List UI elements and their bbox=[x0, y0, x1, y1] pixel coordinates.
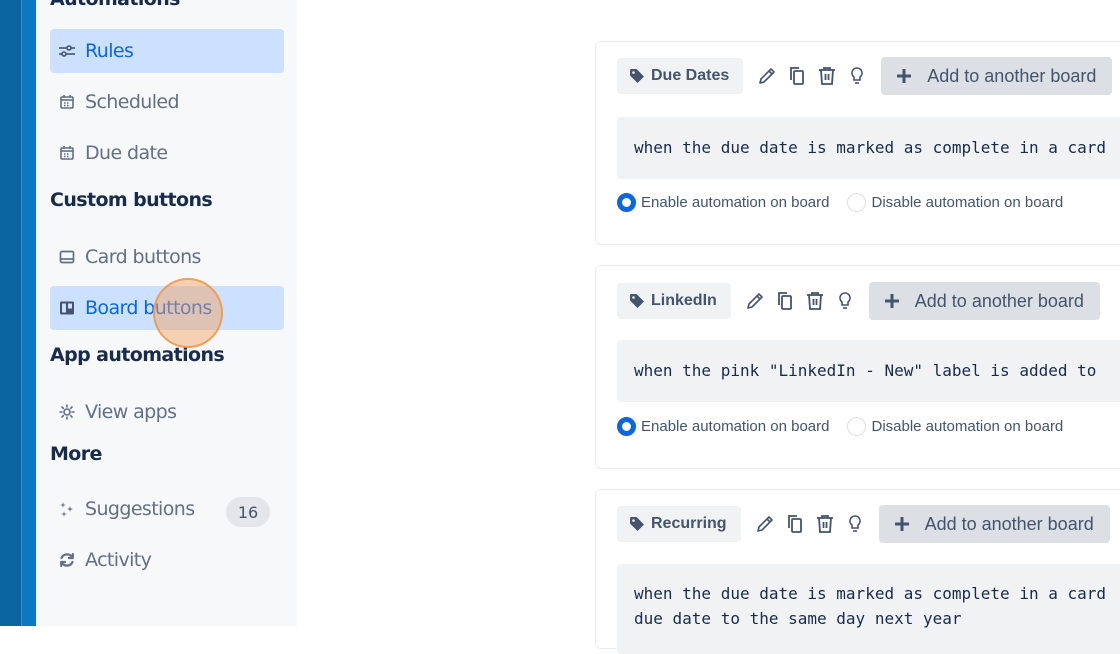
sidebar-item-due-date[interactable]: Due date bbox=[50, 131, 284, 175]
add-to-another-board-button[interactable]: Add to another board bbox=[881, 57, 1113, 95]
calendar-icon bbox=[58, 144, 76, 162]
rule-description: when the pink "LinkedIn - New" label is … bbox=[617, 340, 1120, 402]
add-to-another-board-button[interactable]: Add to another board bbox=[878, 505, 1110, 543]
rule-card-header: LinkedIn Add to another board bbox=[617, 282, 1100, 320]
rule-tag-label: Recurring bbox=[651, 515, 727, 532]
section-title-custom-buttons: Custom buttons bbox=[50, 189, 213, 211]
sidebar-item-card-buttons[interactable]: Card buttons bbox=[50, 235, 284, 279]
tag-icon bbox=[629, 68, 645, 84]
automation-sidebar: Automations Rules Scheduled Due date Cus… bbox=[36, 0, 297, 626]
edit-icon[interactable] bbox=[753, 512, 777, 536]
add-to-another-board-label: Add to another board bbox=[924, 513, 1094, 534]
sidebar-item-board-buttons[interactable]: Board buttons bbox=[50, 286, 284, 330]
sidebar-item-suggestions[interactable]: Suggestions 16 bbox=[50, 487, 284, 531]
sidebar-item-label: View apps bbox=[85, 401, 177, 423]
lightbulb-icon[interactable] bbox=[845, 64, 869, 88]
rule-text: when the due date is marked as complete … bbox=[634, 584, 1107, 603]
board-icon bbox=[58, 299, 76, 317]
radio-unselected-indicator bbox=[847, 193, 867, 212]
trash-icon[interactable] bbox=[803, 289, 827, 313]
add-to-another-board-label: Add to another board bbox=[914, 290, 1084, 311]
rule-card-header: Recurring Add to another board bbox=[617, 505, 1110, 543]
sidebar-item-label: Due date bbox=[85, 142, 168, 164]
plus-icon bbox=[883, 292, 901, 310]
rule-tag-label: Due Dates bbox=[651, 67, 730, 84]
sidebar-item-label: Scheduled bbox=[85, 91, 180, 113]
enable-automation-radio[interactable]: Enable automation on board bbox=[617, 417, 829, 436]
automation-toggle: Enable automation on board Disable autom… bbox=[617, 193, 1081, 212]
copy-icon[interactable] bbox=[773, 289, 797, 313]
lightbulb-icon[interactable] bbox=[843, 512, 867, 536]
trash-icon[interactable] bbox=[813, 512, 837, 536]
add-to-another-board-button[interactable]: Add to another board bbox=[868, 282, 1100, 320]
enable-automation-label: Enable automation on board bbox=[641, 418, 830, 435]
disable-automation-label: Disable automation on board bbox=[871, 418, 1064, 435]
suggestions-count-badge: 16 bbox=[226, 497, 270, 527]
copy-icon[interactable] bbox=[785, 64, 809, 88]
rule-description: when the due date is marked as complete … bbox=[617, 117, 1120, 179]
copy-icon[interactable] bbox=[783, 512, 807, 536]
radio-selected-indicator bbox=[617, 193, 636, 212]
refresh-icon bbox=[58, 551, 76, 569]
lightbulb-icon[interactable] bbox=[833, 289, 857, 313]
section-title-app-automations: App automations bbox=[50, 344, 225, 366]
sidebar-item-label: Suggestions bbox=[85, 498, 195, 520]
sparkle-icon bbox=[58, 500, 76, 518]
edit-icon[interactable] bbox=[743, 289, 767, 313]
sidebar-item-label: Activity bbox=[85, 549, 152, 571]
rule-card: Recurring Add to another board when the … bbox=[595, 489, 1120, 654]
sidebar-item-rules[interactable]: Rules bbox=[50, 29, 284, 73]
sidebar-item-label: Card buttons bbox=[85, 246, 201, 268]
board-rail bbox=[21, 0, 36, 626]
edit-icon[interactable] bbox=[755, 64, 779, 88]
disable-automation-label: Disable automation on board bbox=[871, 194, 1064, 211]
calendar-icon bbox=[58, 93, 76, 111]
trash-icon[interactable] bbox=[815, 64, 839, 88]
rule-card: LinkedIn Add to another board when the p… bbox=[595, 265, 1120, 469]
rule-text-continued: due date to the same day next year bbox=[634, 609, 962, 628]
app-rail bbox=[0, 0, 21, 626]
sidebar-item-scheduled[interactable]: Scheduled bbox=[50, 80, 284, 124]
plus-icon bbox=[893, 515, 911, 533]
rule-text: when the due date is marked as complete … bbox=[634, 138, 1107, 157]
radio-selected-indicator bbox=[617, 417, 636, 436]
sliders-icon bbox=[58, 42, 76, 60]
section-title-more: More bbox=[50, 443, 102, 465]
disable-automation-radio[interactable]: Disable automation on board bbox=[847, 193, 1063, 212]
sidebar-item-label: Board buttons bbox=[85, 297, 212, 319]
rule-tag: Due Dates bbox=[617, 58, 744, 94]
card-icon bbox=[58, 248, 76, 266]
rule-tag: Recurring bbox=[617, 506, 741, 542]
tag-icon bbox=[629, 516, 645, 532]
plus-icon bbox=[895, 67, 913, 85]
radio-unselected-indicator bbox=[847, 417, 867, 436]
tag-icon bbox=[629, 293, 645, 309]
sidebar-item-label: Rules bbox=[85, 40, 134, 62]
rule-text: when the pink "LinkedIn - New" label is … bbox=[634, 361, 1097, 380]
rule-card-header: Due Dates Add to another board bbox=[617, 57, 1113, 95]
sidebar-item-activity[interactable]: Activity bbox=[50, 538, 284, 582]
rule-description: when the due date is marked as complete … bbox=[617, 564, 1120, 654]
disable-automation-radio[interactable]: Disable automation on board bbox=[847, 417, 1063, 436]
section-title-automations: Automations bbox=[50, 0, 180, 10]
sidebar-item-view-apps[interactable]: View apps bbox=[50, 390, 284, 434]
enable-automation-label: Enable automation on board bbox=[641, 194, 830, 211]
automation-toggle: Enable automation on board Disable autom… bbox=[617, 417, 1081, 436]
rule-tag: LinkedIn bbox=[617, 283, 731, 319]
rule-card: Due Dates Add to another board when the … bbox=[595, 41, 1120, 245]
enable-automation-radio[interactable]: Enable automation on board bbox=[617, 193, 829, 212]
rule-tag-label: LinkedIn bbox=[651, 292, 717, 309]
gear-icon bbox=[58, 403, 76, 421]
add-to-another-board-label: Add to another board bbox=[927, 65, 1097, 86]
